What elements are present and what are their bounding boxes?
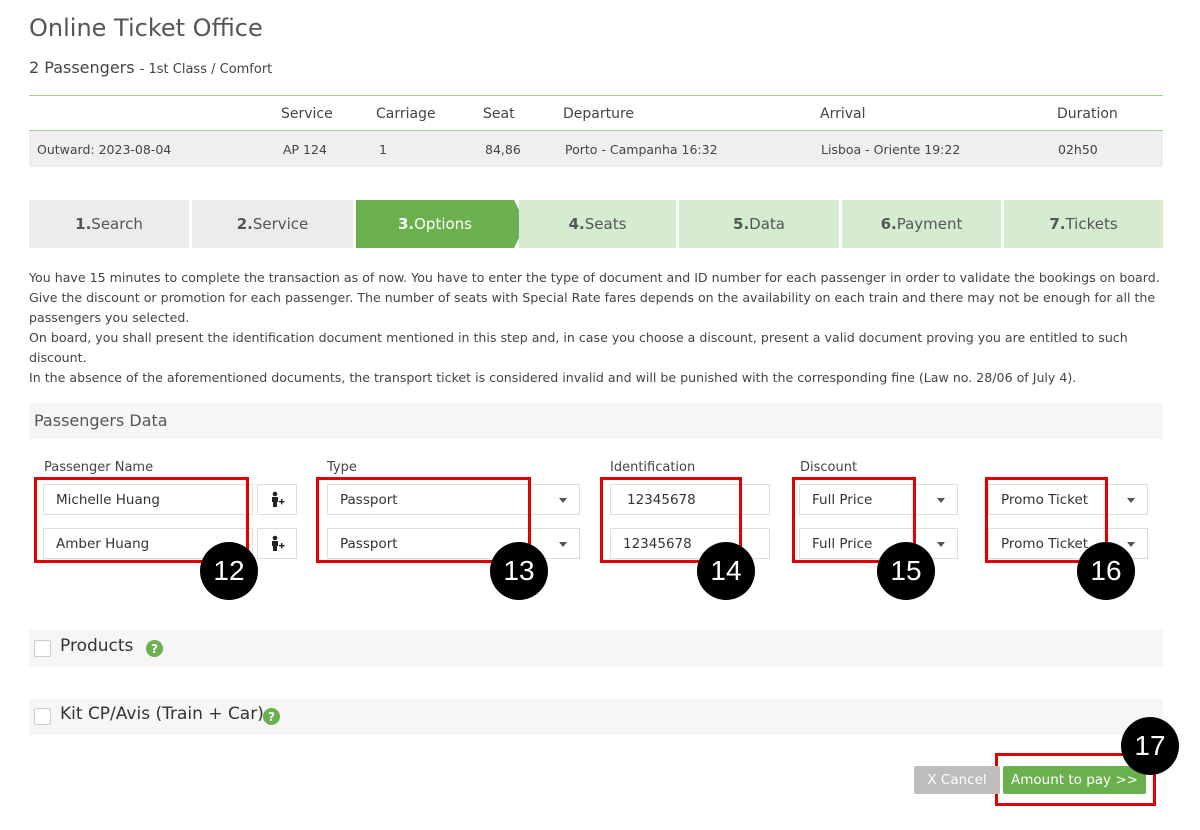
header-arrival: Arrival — [820, 106, 866, 122]
passenger-summary: 2 Passengers - 1st Class / Comfort — [29, 58, 272, 77]
help-icon[interactable]: ? — [263, 708, 280, 725]
label-identification: Identification — [610, 460, 696, 475]
instructions-text: You have 15 minutes to complete the tran… — [29, 268, 1169, 388]
passenger-profile-button[interactable] — [257, 484, 297, 515]
amount-to-pay-button[interactable]: Amount to pay >> — [1003, 766, 1146, 794]
step-number: 4. — [568, 215, 585, 233]
step-number: 6. — [880, 215, 897, 233]
passengers-data-header: Passengers Data — [29, 403, 1163, 439]
help-icon[interactable]: ? — [146, 640, 163, 657]
person-add-icon — [272, 535, 285, 551]
step-label: Data — [749, 215, 785, 233]
instructions-paragraph: In the absence of the aforementioned doc… — [29, 370, 1077, 385]
step-number: 2. — [236, 215, 253, 233]
passengers-count: 2 Passengers — [29, 58, 135, 77]
step-number: 7. — [1049, 215, 1066, 233]
annotation-badge: 14 — [697, 542, 755, 600]
instructions-paragraph: You have 15 minutes to complete the tran… — [29, 270, 1160, 325]
cell-carriage: 1 — [379, 142, 387, 157]
section-title: Passengers Data — [34, 411, 168, 430]
step-label: Search — [91, 215, 143, 233]
kit-title: Kit CP/Avis (Train + Car) — [60, 704, 264, 724]
header-seat: Seat — [483, 106, 515, 122]
products-checkbox[interactable] — [34, 640, 51, 657]
step-payment: 6. Payment — [842, 200, 1001, 248]
instructions-paragraph: On board, you shall present the identifi… — [29, 330, 1128, 365]
step-seats: 4. Seats — [519, 200, 676, 248]
header-carriage: Carriage — [376, 106, 436, 122]
cell-arrival: Lisboa - Oriente 19:22 — [821, 142, 961, 157]
cell-departure: Porto - Campanha 16:32 — [565, 142, 718, 157]
cell-seat: 84,86 — [485, 142, 521, 157]
annotation-badge: 16 — [1077, 542, 1135, 600]
table-row: Outward: 2023-08-04 AP 124 1 84,86 Porto… — [29, 130, 1163, 167]
step-label: Tickets — [1065, 215, 1118, 233]
cell-duration: 02h50 — [1058, 142, 1098, 157]
kit-section: Kit CP/Avis (Train + Car) ? — [29, 698, 1163, 735]
annotation-badge: 12 — [200, 542, 258, 600]
person-add-icon — [272, 491, 285, 507]
header-service: Service — [281, 106, 333, 122]
kit-checkbox[interactable] — [34, 708, 51, 725]
label-type: Type — [327, 460, 357, 475]
products-section: Products ? — [29, 630, 1163, 667]
cell-service: AP 124 — [283, 142, 327, 157]
step-label: Payment — [896, 215, 963, 233]
label-discount: Discount — [800, 460, 858, 475]
step-data: 5. Data — [679, 200, 839, 248]
trip-summary-table: Service Carriage Seat Departure Arrival … — [29, 95, 1163, 167]
step-number: 3. — [397, 215, 415, 233]
annotation-badge: 13 — [490, 542, 548, 600]
header-duration: Duration — [1057, 106, 1118, 122]
class-info: - 1st Class / Comfort — [139, 62, 273, 77]
annotation-badge: 15 — [877, 542, 935, 600]
annotation-badge: 17 — [1121, 717, 1179, 775]
step-number: 1. — [75, 215, 92, 233]
cancel-button[interactable]: X Cancel — [914, 766, 1000, 794]
header-departure: Departure — [563, 106, 635, 122]
step-options[interactable]: 3. Options — [356, 200, 514, 248]
step-search[interactable]: 1. Search — [29, 200, 189, 248]
step-tickets: 7. Tickets — [1004, 200, 1163, 248]
step-label: Seats — [584, 215, 627, 233]
label-passenger-name: Passenger Name — [44, 460, 154, 475]
progress-steps: 1. Search 2. Service 3. Options 4. Seats 5. D… — [29, 200, 1163, 248]
step-number: 5. — [733, 215, 750, 233]
step-label: Service — [252, 215, 309, 233]
step-label: Options — [414, 215, 473, 233]
products-title: Products — [60, 636, 134, 656]
step-service[interactable]: 2. Service — [192, 200, 353, 248]
passenger-profile-button[interactable] — [257, 528, 297, 559]
page-title: Online Ticket Office — [29, 14, 263, 42]
outward-label: Outward: 2023-08-04 — [37, 142, 172, 157]
